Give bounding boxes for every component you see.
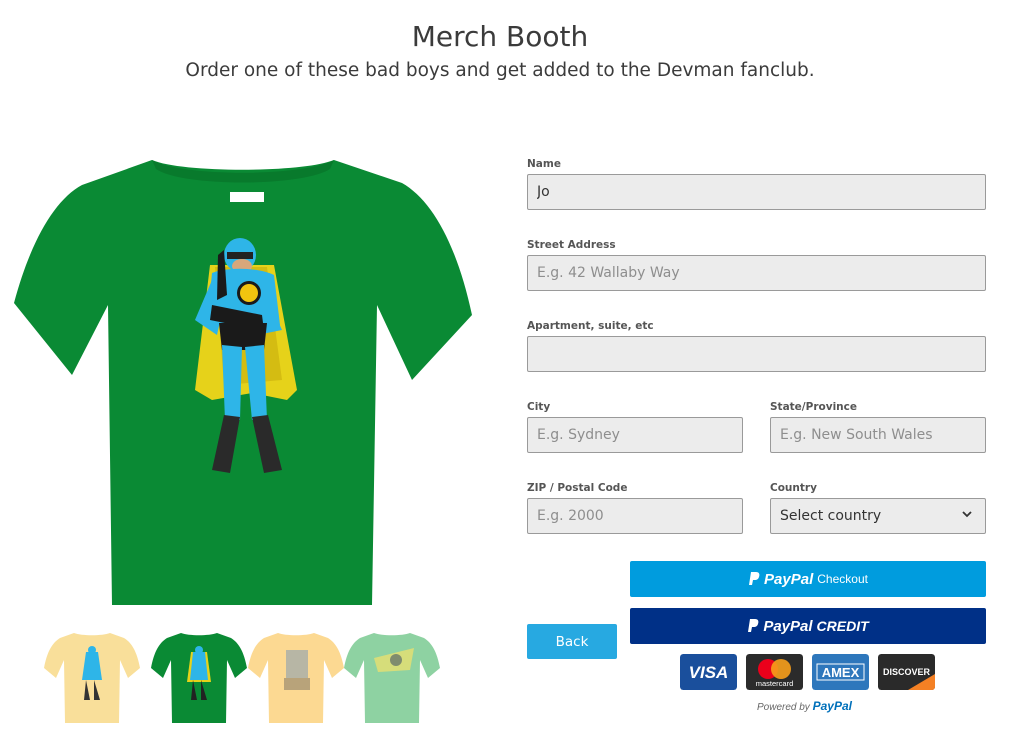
chevron-down-icon <box>962 511 972 518</box>
visa-card-icon: VISA <box>680 654 737 690</box>
paypal-credit-button[interactable]: PayPal CREDIT <box>630 608 986 644</box>
thumbnail-shirt-yellow[interactable] <box>44 630 140 725</box>
page-subtitle: Order one of these bad boys and get adde… <box>185 60 815 81</box>
paypal-credit-label: CREDIT <box>816 618 869 634</box>
powered-by-paypal: Powered by PayPal <box>757 699 852 713</box>
page-title: Merch Booth <box>411 20 589 53</box>
apartment-label: Apartment, suite, etc <box>527 320 654 332</box>
shirt-tag <box>230 192 264 202</box>
powered-by-brand: PayPal <box>812 699 852 713</box>
thumbnail-strip <box>44 630 444 725</box>
back-button[interactable]: Back <box>527 624 617 659</box>
country-label: Country <box>770 482 817 494</box>
apartment-input[interactable] <box>527 336 986 372</box>
svg-text:AMEX: AMEX <box>822 665 860 680</box>
mastercard-icon: mastercard <box>746 654 803 690</box>
state-label: State/Province <box>770 401 857 413</box>
city-input[interactable] <box>527 417 743 453</box>
name-label: Name <box>527 158 561 170</box>
street-address-label: Street Address <box>527 239 616 251</box>
paypal-credit-brand: PayPal <box>763 617 813 635</box>
country-select[interactable]: Select country <box>770 498 986 534</box>
city-label: City <box>527 401 551 413</box>
main-product-image <box>14 160 472 605</box>
thumbnail-shirt-green[interactable] <box>151 630 247 725</box>
paypal-checkout-label: Checkout <box>817 572 868 586</box>
zip-input[interactable] <box>527 498 743 534</box>
svg-text:DISCOVER: DISCOVER <box>883 667 931 677</box>
discover-card-icon: DISCOVER <box>878 654 935 690</box>
thumbnail-shirt-mint[interactable] <box>344 630 440 725</box>
svg-text:VISA: VISA <box>689 663 729 682</box>
country-select-value: Select country <box>780 508 882 524</box>
amex-card-icon: AMEX <box>812 654 869 690</box>
thumbnail-shirt-gold[interactable] <box>248 630 344 725</box>
street-address-input[interactable] <box>527 255 986 291</box>
name-input[interactable] <box>527 174 986 210</box>
paypal-logo-icon <box>748 619 759 632</box>
paypal-logo-icon <box>749 572 760 585</box>
paypal-checkout-brand: PayPal <box>764 570 814 588</box>
zip-label: ZIP / Postal Code <box>527 482 628 494</box>
powered-by-prefix: Powered by <box>757 702 810 713</box>
svg-text:mastercard: mastercard <box>756 679 794 688</box>
paypal-checkout-button[interactable]: PayPal Checkout <box>630 561 986 597</box>
state-input[interactable] <box>770 417 986 453</box>
